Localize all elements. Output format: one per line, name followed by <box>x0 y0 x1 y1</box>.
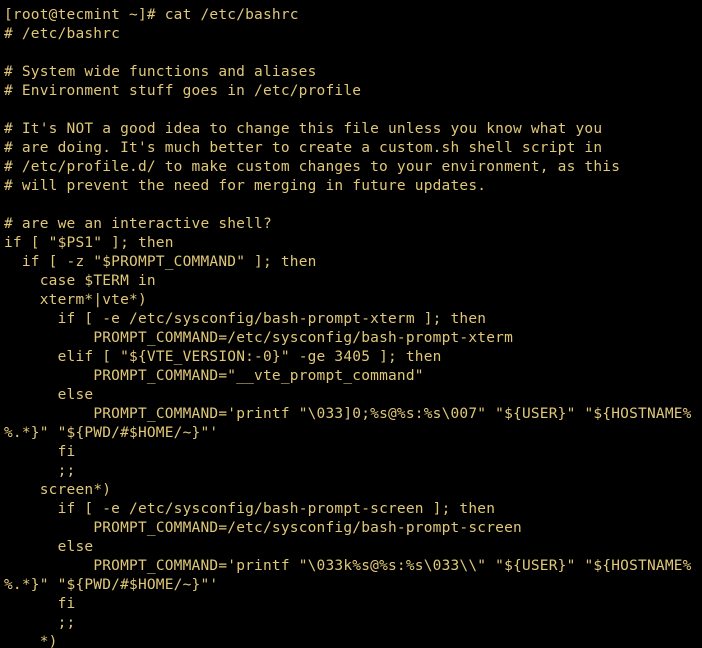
file-line: if [ "$PS1" ]; then <box>4 235 174 251</box>
file-line: if [ -z "$PROMPT_COMMAND" ]; then <box>4 254 317 270</box>
file-line: ;; <box>4 463 75 479</box>
shell-command: cat /etc/bashrc <box>165 7 299 23</box>
file-line: PROMPT_COMMAND='printf "\033k%s@%s:%s\03… <box>4 558 692 593</box>
file-line: else <box>4 539 93 555</box>
file-line: elif [ "${VTE_VERSION:-0}" -ge 3405 ]; t… <box>4 349 442 365</box>
file-line: *) <box>4 634 58 648</box>
file-line: fi <box>4 444 75 460</box>
file-line: # System wide functions and aliases <box>4 64 317 80</box>
file-line: # are doing. It's much better to create … <box>4 140 602 156</box>
file-line: # Environment stuff goes in /etc/profile <box>4 83 361 99</box>
file-line: # /etc/bashrc <box>4 26 120 42</box>
shell-prompt: [root@tecmint ~]# <box>4 7 165 23</box>
file-line: # It's NOT a good idea to change this fi… <box>4 121 602 137</box>
file-line: if [ -e /etc/sysconfig/bash-prompt-xterm… <box>4 311 486 327</box>
file-line: PROMPT_COMMAND='printf "\033]0;%s@%s:%s\… <box>4 406 692 441</box>
terminal-output[interactable]: [root@tecmint ~]# cat /etc/bashrc # /etc… <box>0 0 702 648</box>
file-line: case $TERM in <box>4 273 156 289</box>
file-line: xterm*|vte*) <box>4 292 147 308</box>
file-line: if [ -e /etc/sysconfig/bash-prompt-scree… <box>4 501 495 517</box>
file-line: # will prevent the need for merging in f… <box>4 178 486 194</box>
file-line: ;; <box>4 615 75 631</box>
file-line: # are we an interactive shell? <box>4 216 272 232</box>
file-line: PROMPT_COMMAND=/etc/sysconfig/bash-promp… <box>4 330 513 346</box>
file-line: screen*) <box>4 482 111 498</box>
file-line: else <box>4 387 93 403</box>
file-line: fi <box>4 596 75 612</box>
file-line: PROMPT_COMMAND="__vte_prompt_command" <box>4 368 424 384</box>
file-line: PROMPT_COMMAND=/etc/sysconfig/bash-promp… <box>4 520 522 536</box>
file-line: # /etc/profile.d/ to make custom changes… <box>4 159 620 175</box>
